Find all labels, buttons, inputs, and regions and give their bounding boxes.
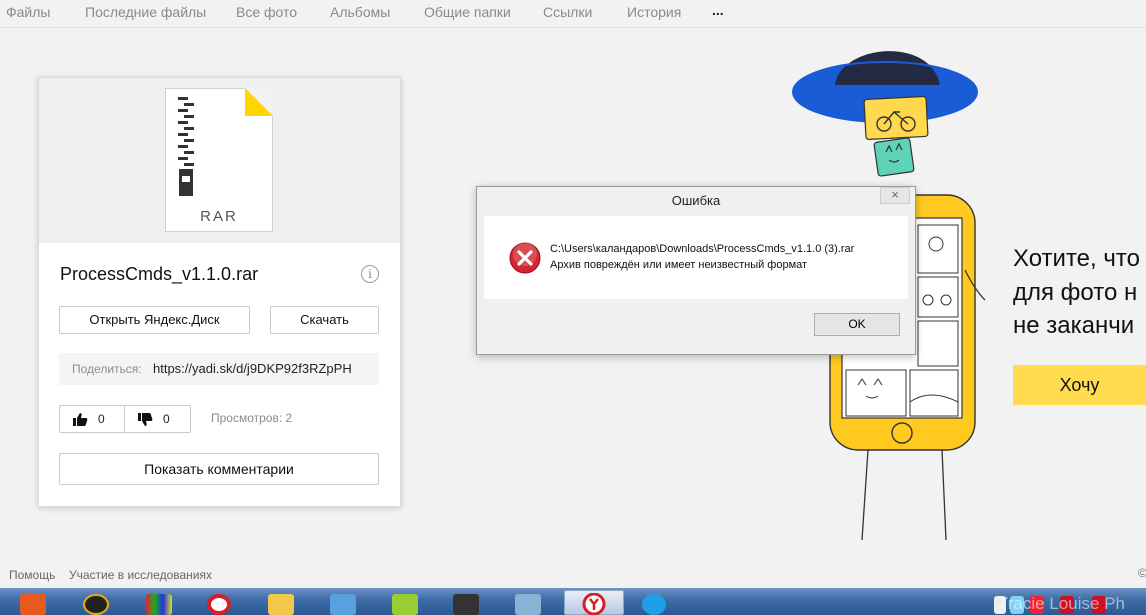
tray-watermark-text: Tracie Louise Ph bbox=[998, 594, 1125, 613]
error-message: Архив повреждён или имеет неизвестный фо… bbox=[550, 259, 808, 271]
nav-item-recent[interactable]: Последние файлы bbox=[85, 4, 206, 20]
dialog-body: C:\Users\каландаров\Downloads\ProcessCmd… bbox=[484, 216, 908, 299]
nav-item-all-photos[interactable]: Все фото bbox=[236, 4, 297, 20]
download-button[interactable]: Скачать bbox=[270, 306, 379, 334]
dislike-button[interactable]: 0 bbox=[124, 405, 191, 433]
yandex-browser-icon bbox=[582, 593, 606, 615]
taskbar-app-icon-3[interactable] bbox=[146, 594, 172, 615]
dialog-title: Ошибка bbox=[671, 193, 721, 208]
copyright: © bbox=[1138, 566, 1146, 580]
promo-text-line2: для фото н bbox=[1013, 279, 1138, 306]
page-fold bbox=[245, 88, 273, 116]
ok-button[interactable]: OK bbox=[814, 313, 900, 336]
taskbar-media-player-icon[interactable] bbox=[83, 594, 109, 615]
error-dialog: Ошибка × C:\Users\каландаров\Downloads\P… bbox=[476, 186, 916, 355]
show-comments-button[interactable]: Показать комментарии bbox=[59, 453, 379, 485]
nav-item-links[interactable]: Ссылки bbox=[543, 4, 592, 20]
thumbs-down-icon bbox=[138, 413, 153, 426]
archive-file-icon: RAR bbox=[165, 88, 273, 232]
views-count: Просмотров: 2 bbox=[211, 411, 293, 425]
nav-item-files[interactable]: Файлы bbox=[6, 4, 50, 20]
error-icon bbox=[509, 242, 541, 274]
share-box: Поделиться: https://yadi.sk/d/j9DKP92f3R… bbox=[59, 353, 379, 385]
dialog-close-button[interactable]: × bbox=[880, 187, 910, 204]
open-yandex-disk-button[interactable]: Открыть Яндекс.Диск bbox=[59, 306, 250, 334]
file-preview: RAR bbox=[39, 78, 400, 243]
footer: Помощь Участие в исследованиях © bbox=[0, 563, 1146, 587]
file-name: ProcessCmds_v1.1.0.rar bbox=[60, 264, 259, 284]
taskbar-app-icon-1[interactable] bbox=[20, 594, 46, 615]
promo-text-line1: Хотите, что bbox=[1013, 245, 1140, 272]
taskbar-opera-icon[interactable] bbox=[207, 594, 231, 615]
taskbar-notepad-icon[interactable] bbox=[392, 594, 418, 615]
taskbar-app-icon-9[interactable] bbox=[515, 594, 541, 615]
thumbs-up-icon bbox=[73, 413, 88, 426]
error-file-path: C:\Users\каландаров\Downloads\ProcessCmd… bbox=[550, 243, 855, 255]
share-link[interactable]: https://yadi.sk/d/j9DKP92f3RZpPH bbox=[153, 361, 352, 376]
nav-item-shared-folders[interactable]: Общие папки bbox=[424, 4, 511, 20]
promo-want-button[interactable]: Хочу bbox=[1013, 365, 1146, 405]
share-label: Поделиться: bbox=[72, 362, 142, 376]
taskbar-skype-icon[interactable] bbox=[642, 594, 666, 615]
taskbar: Tracie Louise Ph bbox=[0, 588, 1146, 615]
taskbar-video-icon[interactable] bbox=[453, 594, 479, 615]
nav-item-history[interactable]: История bbox=[627, 4, 681, 20]
footer-research-link[interactable]: Участие в исследованиях bbox=[69, 568, 212, 582]
like-button[interactable]: 0 bbox=[59, 405, 125, 433]
file-type-label: RAR bbox=[200, 208, 238, 225]
footer-help-link[interactable]: Помощь bbox=[9, 568, 55, 582]
taskbar-control-panel-icon[interactable] bbox=[330, 594, 356, 615]
zipper-icon bbox=[178, 97, 194, 199]
promo-text-line3: не заканчи bbox=[1013, 312, 1135, 339]
like-count: 0 bbox=[98, 412, 105, 426]
file-card: RAR ProcessCmds_v1.1.0.rar i Открыть Янд… bbox=[38, 77, 401, 507]
nav-more-button[interactable]: ... bbox=[712, 2, 724, 18]
nav-item-albums[interactable]: Альбомы bbox=[330, 4, 390, 20]
info-icon[interactable]: i bbox=[361, 265, 379, 283]
dislike-count: 0 bbox=[163, 412, 170, 426]
top-navigation: Файлы Последние файлы Все фото Альбомы О… bbox=[0, 0, 1146, 28]
taskbar-yandex-browser-active[interactable] bbox=[564, 590, 624, 615]
taskbar-folder-icon[interactable] bbox=[268, 594, 294, 615]
